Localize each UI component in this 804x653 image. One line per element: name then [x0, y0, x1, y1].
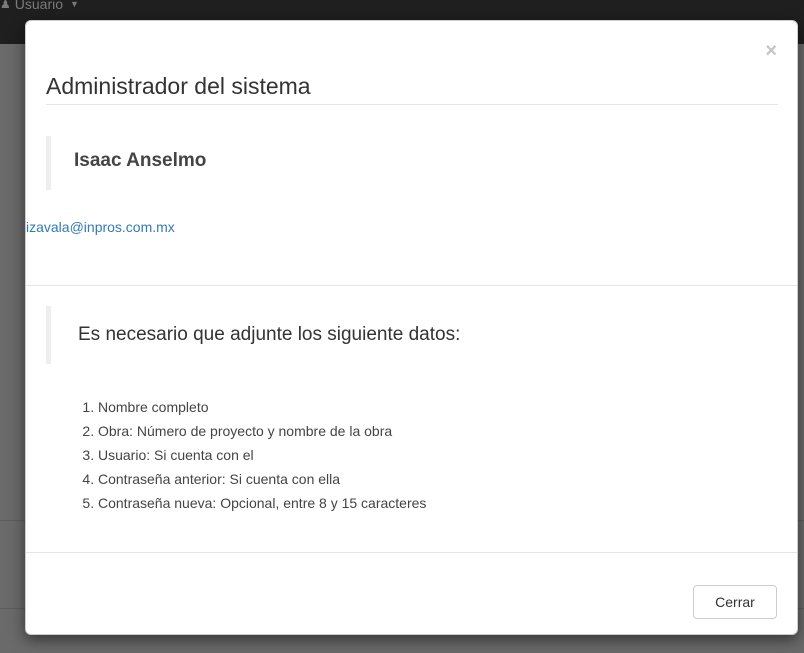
requirements-heading: Es necesario que adjunte los siguiente d… [78, 324, 461, 345]
requirements-blockquote: Es necesario que adjunte los siguiente d… [46, 306, 646, 364]
section-divider [26, 285, 797, 286]
title-divider [46, 104, 778, 105]
modal-header: × Administrador del sistema [26, 21, 797, 105]
modal-title: Administrador del sistema [46, 73, 311, 99]
user-icon: ♟ [0, 0, 11, 11]
footer-divider [26, 552, 797, 553]
user-menu[interactable]: ♟ Usuario ▼ [0, 0, 79, 12]
close-icon[interactable]: × [765, 41, 777, 61]
list-item: Contraseña nueva: Opcional, entre 8 y 15… [98, 491, 426, 515]
user-menu-label: Usuario [14, 0, 64, 12]
requirements-list: Nombre completo Obra: Número de proyecto… [66, 395, 426, 515]
close-button[interactable]: Cerrar [693, 585, 777, 619]
admin-modal: × Administrador del sistema Isaac Anselm… [25, 20, 798, 635]
email-link[interactable]: izavala@inpros.com.mx [26, 219, 175, 235]
list-item: Obra: Número de proyecto y nombre de la … [98, 419, 426, 443]
list-item: Contraseña anterior: Si cuenta con ella [98, 467, 426, 491]
list-item: Usuario: Si cuenta con el [98, 443, 426, 467]
list-item: Nombre completo [98, 395, 426, 419]
caret-down-icon: ▼ [70, 0, 79, 9]
contact-name: Isaac Anselmo [74, 150, 207, 171]
contact-blockquote: Isaac Anselmo [46, 136, 346, 190]
